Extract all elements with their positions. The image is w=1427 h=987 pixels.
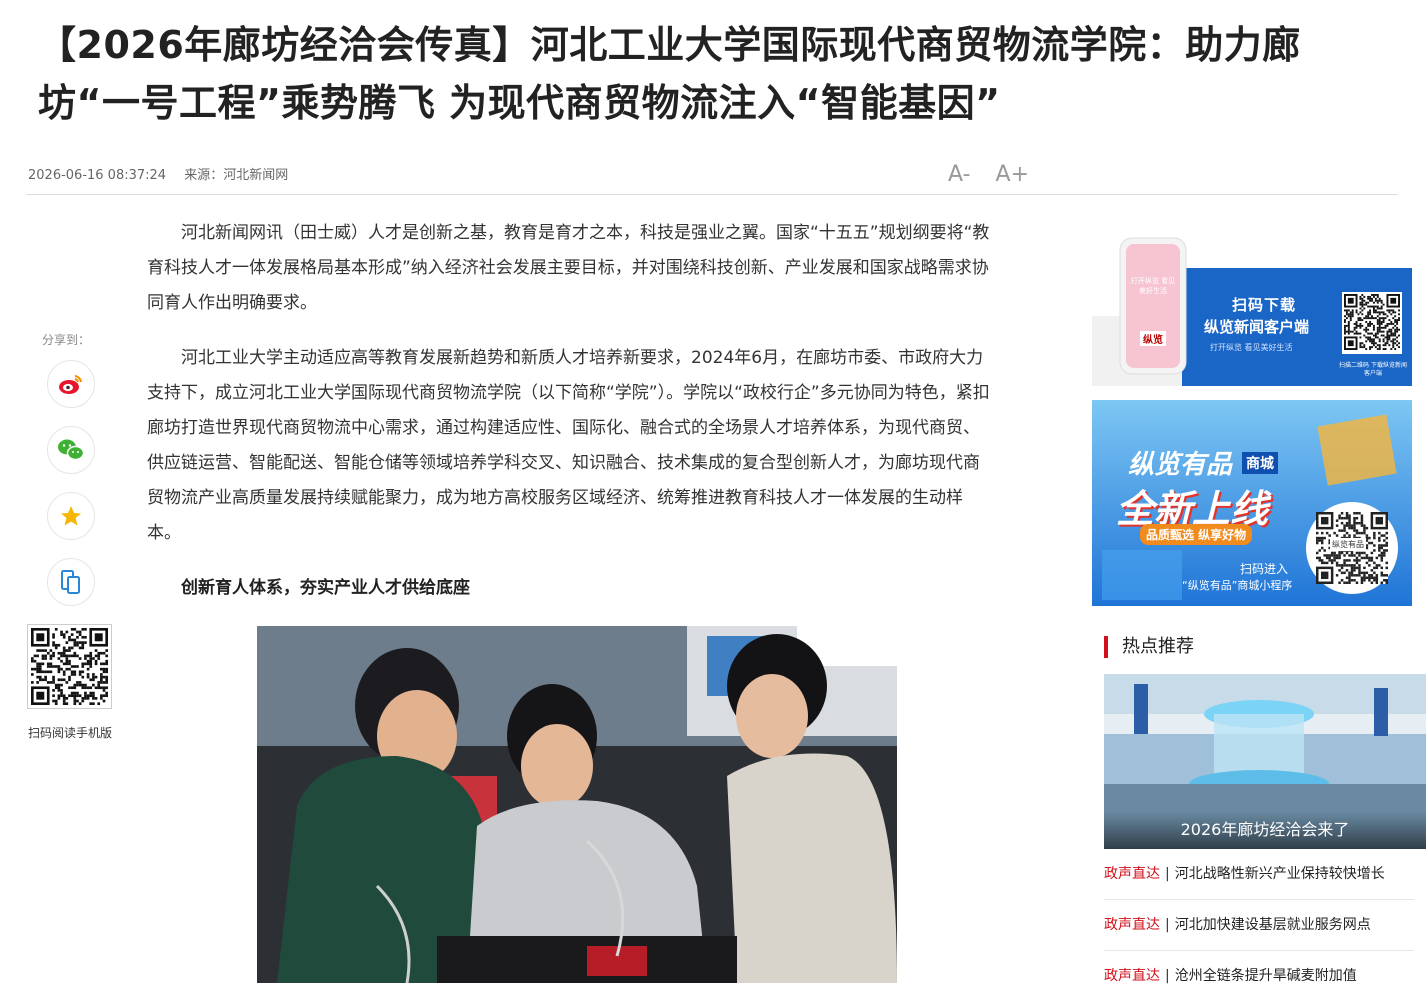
news-separator: | [1165,917,1170,933]
news-divider [1104,899,1414,900]
weibo-icon [59,375,82,394]
ad2-brand-tag: 商城 [1242,452,1278,474]
article-paragraph: 河北新闻网讯（田士威）人才是创新之基，教育是育才之本，科技是强业之翼。国家“十五… [147,223,990,313]
news-tag: 政声直达 [1104,968,1160,984]
ad1-phone-logo: 纵览 [1140,331,1166,346]
share-weibo-button[interactable] [47,360,95,408]
ad1-app-name: 纵览新闻客户端 [1204,318,1310,336]
app-download-ad[interactable]: 打开纵览 看见美好生活 纵览 扫码下载 纵览新闻客户端 打开纵览 看见美好生活 … [1092,236,1412,386]
header-divider [26,194,1398,195]
font-decrease-button[interactable]: A- [948,162,971,187]
news-separator: | [1165,866,1170,882]
hot-news-item[interactable]: 政声直达 | 沧州全链条提升旱碱麦附加值 [1104,965,1414,987]
ad1-qr-note: 扫描二维码 下载纵览新闻客户端 [1339,362,1407,377]
ad1-headline: 扫码下载 [1232,296,1297,314]
article-photo [257,626,897,983]
hot-news-item[interactable]: 政声直达 | 河北战略性新兴产业保持较快增长 [1104,863,1414,885]
article-subhead: 创新育人体系，夯实产业人才供给底座 [181,578,470,598]
publish-datetime: 2026-06-16 08:37:24 [28,168,167,183]
hot-feature[interactable]: 2026年廊坊经洽会来了 [1104,674,1426,849]
article-body: 河北新闻网讯（田士威）人才是创新之基，教育是育才之本，科技是强业之翼。国家“十五… [147,216,995,626]
qr-label: 扫码阅读手机版 [28,726,113,740]
article-title: 【2026年廊坊经洽会传真】河北工业大学国际现代商贸物流学院：助力廊坊“一号工程… [38,23,1301,125]
share-label: 分享到： [42,333,91,347]
mobile-icon [61,570,80,594]
mobile-qr-code [27,624,112,709]
ad1-slogan: 打开纵览 看见美好生活 [1210,343,1293,352]
ad1-phone-text: 打开纵览 看见美好生活 [1130,277,1176,295]
ad2-cta: 扫码进入 [1240,562,1289,576]
news-title: 沧州全链条提升旱碱麦附加值 [1174,968,1357,984]
news-separator: | [1165,968,1170,984]
wechat-icon [58,439,85,461]
news-divider [1104,950,1414,951]
share-wechat-button[interactable] [47,426,95,474]
news-tag: 政声直达 [1104,917,1160,933]
news-title: 河北加快建设基层就业服务网点 [1174,917,1371,933]
students-lab-photo [257,626,897,983]
ad2-cta-miniprogram: “纵览有品”商城小程序 [1182,579,1293,592]
article-meta: 2026-06-16 08:37:24 来源：河北新闻网 [28,164,302,183]
ad1-qr-icon [1344,294,1400,350]
font-size-controls: A- A+ [948,162,1047,187]
article-source: 来源：河北新闻网 [184,168,289,183]
font-increase-button[interactable]: A+ [996,162,1029,187]
qr-code-icon [31,628,108,705]
ad2-brand: 纵览有品 [1128,450,1233,480]
ad2-qr-center: 纵览有品 [1330,538,1366,551]
ad2-tagline: 品质甄选 纵享好物 [1140,524,1253,545]
hot-section-title: 热点推荐 [1104,636,1194,658]
favorite-star-icon [61,506,81,526]
news-title: 河北战略性新兴产业保持较快增长 [1174,866,1385,882]
share-favorite-button[interactable] [47,492,95,540]
hot-news-item[interactable]: 政声直达 | 河北加快建设基层就业服务网点 [1104,914,1414,936]
share-mobile-button[interactable] [47,558,95,606]
article-paragraph: 河北工业大学主动适应高等教育发展新趋势和新质人才培养新要求，2024年6月，在廊… [147,348,990,543]
news-tag: 政声直达 [1104,866,1160,882]
hot-feature-caption: 2026年廊坊经洽会来了 [1104,811,1426,849]
mall-launch-ad[interactable]: 纵览有品 商城 全新上线 品质甄选 纵享好物 扫码进入 “纵览有品”商城小程序 … [1092,400,1412,606]
